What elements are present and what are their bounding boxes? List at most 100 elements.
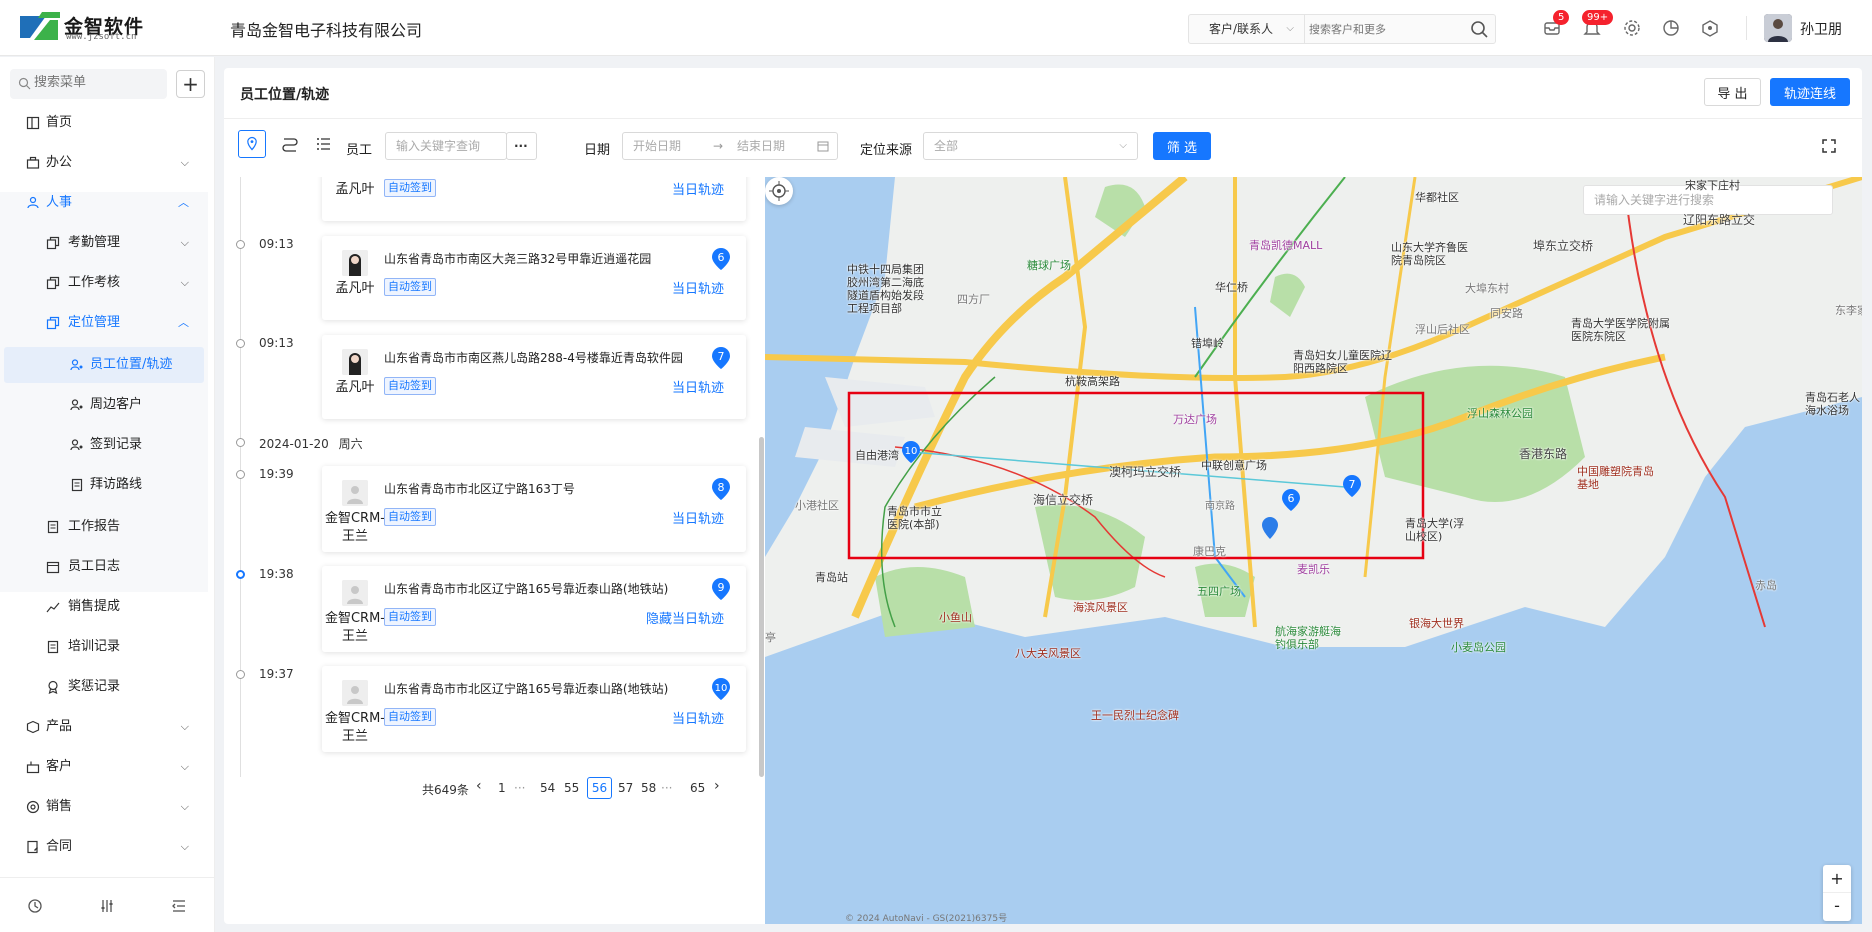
page-link[interactable]: 57 — [618, 781, 633, 795]
prev-page-button[interactable]: ‹ — [476, 778, 482, 794]
map-marker-7[interactable]: 7 — [1343, 475, 1361, 497]
route-view-icon[interactable] — [276, 130, 304, 158]
history-icon[interactable] — [27, 898, 43, 914]
sidebar-item-employee-track[interactable]: 员工位置/轨迹 — [4, 347, 204, 383]
sidebar-item-nearby-customers[interactable]: 周边客户 — [0, 387, 215, 423]
office-icon — [26, 156, 40, 169]
checkin-tag: 自动签到 — [384, 278, 436, 296]
export-button[interactable]: 导 出 — [1704, 78, 1761, 106]
map-label: 埠东立交桥 — [1533, 239, 1594, 253]
pin-number: 8 — [718, 481, 725, 494]
map-marker-10[interactable]: 10 — [902, 441, 920, 463]
map-marker-6[interactable]: 6 — [1282, 489, 1300, 511]
username[interactable]: 孙卫朋 — [1800, 19, 1842, 39]
sidebar-item-sales[interactable]: 销售 ⌵ — [0, 789, 215, 825]
employee-input[interactable]: 输入关键字查询 — [385, 132, 507, 160]
sidebar-item-office[interactable]: 办公 ⌵ — [0, 145, 215, 181]
sidebar-item-customer[interactable]: 客户 ⌵ — [0, 749, 215, 785]
sidebar-item-contract[interactable]: 合同 ⌵ — [0, 829, 215, 865]
day-track-link[interactable]: 当日轨迹 — [672, 377, 724, 396]
sidebar-item-location[interactable]: 定位管理 ︿ — [0, 305, 215, 341]
cube-icon[interactable] — [1700, 18, 1720, 38]
day-track-link[interactable]: 当日轨迹 — [672, 278, 724, 297]
sidebar-item-assessment[interactable]: 工作考核 ⌵ — [0, 265, 215, 301]
page-link[interactable]: 58 — [641, 781, 656, 795]
sidebar-item-visit-route[interactable]: 拜访路线 — [0, 467, 215, 503]
map-view-icon[interactable] — [238, 130, 266, 158]
page-link[interactable]: 1 — [498, 781, 506, 795]
user-avatar-image — [1764, 14, 1792, 42]
menu-search-input[interactable] — [34, 75, 154, 90]
filter-button[interactable]: 筛 选 — [1153, 132, 1211, 160]
map-label: 同安路 — [1490, 307, 1523, 320]
pie-chart-icon[interactable] — [1661, 18, 1681, 38]
default-avatar-icon — [342, 480, 368, 506]
sidebar-item-sales-commission[interactable]: 销售提成 — [0, 589, 215, 625]
sidebar-item-hr[interactable]: 人事 ︿ — [0, 185, 215, 221]
marker-label: 7 — [1349, 478, 1356, 491]
sidebar-item-product[interactable]: 产品 ⌵ — [0, 709, 215, 745]
map-label: 赤岛 — [1755, 579, 1777, 592]
gear-icon[interactable] — [1622, 18, 1642, 38]
doc-icon — [47, 640, 59, 654]
map-view[interactable]: 10 6 7 请输入关键字进行搜索 华都社区 宋家下庄村 辽阳东路立交 青岛凯德… — [765, 177, 1862, 924]
employee-name: 孟凡叶 — [335, 380, 375, 395]
sidebar-item-home[interactable]: 首页 — [0, 105, 215, 141]
global-search-input[interactable] — [1309, 19, 1459, 39]
page-link[interactable]: 54 — [540, 781, 555, 795]
page-link[interactable]: 65 — [690, 781, 705, 795]
page-ellipsis[interactable]: ··· — [514, 781, 525, 795]
zoom-in-button[interactable]: + — [1823, 865, 1851, 893]
search-icon[interactable] — [1469, 19, 1489, 39]
search-type-select[interactable]: 客户/联系人 ⌵ — [1189, 15, 1305, 43]
notification-badge: 99+ — [1582, 10, 1614, 25]
sidebar-item-work-report[interactable]: 工作报告 — [0, 509, 215, 545]
sidebar-item-employee-log[interactable]: 员工日志 — [0, 549, 215, 585]
day-track-link[interactable]: 当日轨迹 — [672, 508, 724, 527]
calendar-icon — [817, 141, 829, 152]
record-card: 孟凡叶 山东省青岛市市南区大尧三路32号甲靠近逍遥花园 自动签到 当日轨迹 6 — [322, 236, 746, 320]
collapse-menu-icon[interactable] — [171, 898, 187, 914]
page-link-current[interactable]: 56 — [587, 777, 612, 799]
sidebar-item-attendance[interactable]: 考勤管理 ⌵ — [0, 225, 215, 261]
add-button[interactable]: + — [176, 70, 205, 98]
employee-name: 金智CRM-王兰 — [324, 611, 386, 644]
date-range-input[interactable]: 开始日期 → 结束日期 — [622, 132, 838, 160]
list-scrollbar[interactable] — [759, 437, 764, 777]
day-track-link[interactable]: 当日轨迹 — [672, 179, 724, 198]
logo[interactable]: 金智软件 www.jzsoft.cn — [20, 12, 150, 46]
zoom-out-button[interactable]: - — [1823, 893, 1851, 921]
map-label: 航海家游艇海钓俱乐部 — [1275, 625, 1341, 651]
sidebar-item-training[interactable]: 培训记录 — [0, 629, 215, 665]
fullscreen-icon[interactable] — [1821, 138, 1837, 154]
hide-day-track-link[interactable]: 隐藏当日轨迹 — [646, 608, 724, 627]
settings-sliders-icon[interactable] — [99, 898, 115, 914]
list-view-icon[interactable] — [310, 130, 338, 158]
day-track-link[interactable]: 当日轨迹 — [672, 708, 724, 727]
map-park — [875, 567, 975, 637]
sidebar-item-rewards[interactable]: 奖惩记录 — [0, 669, 215, 705]
chevron-down-icon: ⌵ — [180, 156, 189, 169]
map-label: 南京路 — [1205, 501, 1235, 512]
user-avatar[interactable] — [1764, 14, 1792, 42]
checkin-tag: 自动签到 — [384, 377, 436, 395]
sidebar-item-label: 人事 — [46, 195, 73, 210]
map-label: 小麦岛公园 — [1451, 641, 1506, 654]
map-label: 浮山后社区 — [1415, 323, 1470, 336]
page-ellipsis[interactable]: ··· — [661, 781, 672, 795]
content-panel: 员工位置/轨迹 导 出 轨迹连线 员工 输入关键字查询 ··· 日期 开始日期 … — [224, 68, 1862, 924]
page-link[interactable]: 55 — [564, 781, 579, 795]
employee-more-button[interactable]: ··· — [506, 132, 537, 160]
chevron-down-icon: ⌵ — [1286, 23, 1294, 34]
checkin-tag: 自动签到 — [384, 179, 436, 197]
sidebar-item-label: 办公 — [46, 155, 73, 170]
track-line-button[interactable]: 轨迹连线 — [1770, 78, 1850, 106]
sidebar-item-label: 首页 — [46, 115, 73, 130]
start-date-placeholder: 开始日期 — [633, 139, 682, 153]
sidebar-item-checkin-records[interactable]: 签到记录 — [0, 427, 215, 463]
next-page-button[interactable]: › — [714, 778, 720, 794]
sidebar-item-label: 销售提成 — [68, 599, 121, 614]
map-label: 青岛大学(浮山校区) — [1405, 517, 1465, 543]
source-select[interactable]: 全部 ⌵ — [923, 132, 1138, 160]
locate-me-icon[interactable] — [765, 177, 793, 205]
